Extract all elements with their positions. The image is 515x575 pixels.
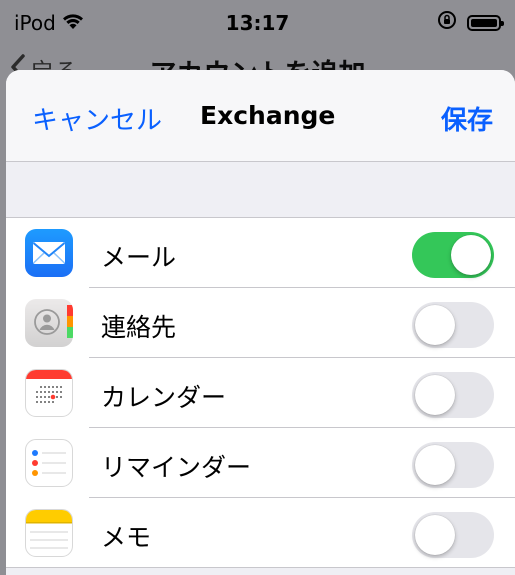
- cancel-button[interactable]: キャンセル: [32, 100, 162, 137]
- calendar-toggle[interactable]: [412, 372, 494, 418]
- toggle-knob: [415, 305, 455, 345]
- sync-row-calendar: カレンダー: [6, 358, 515, 428]
- sync-row-reminders: リマインダー: [6, 428, 515, 498]
- exchange-sheet: キャンセル Exchange 保存 メール 連絡先 カレンダー リマインダー メ…: [6, 70, 515, 575]
- orientation-lock-icon: [437, 10, 457, 35]
- bottom-spacer: [6, 569, 515, 575]
- mail-icon: [25, 229, 73, 277]
- sync-row-label: カレンダー: [101, 383, 227, 412]
- sync-row-notes: メモ: [6, 498, 515, 568]
- sync-list: メール 連絡先 カレンダー リマインダー メモ: [6, 218, 515, 568]
- contacts-toggle[interactable]: [412, 302, 494, 348]
- battery-icon: [467, 14, 504, 31]
- sync-row-contacts: 連絡先: [6, 288, 515, 358]
- toggle-knob: [415, 445, 455, 485]
- contacts-icon: [25, 299, 73, 347]
- sync-row-mail: メール: [6, 218, 515, 288]
- row-separator: [6, 567, 515, 568]
- status-right: [437, 10, 504, 35]
- sync-row-label: メール: [101, 243, 177, 272]
- toggle-knob: [415, 515, 455, 555]
- section-spacer: [6, 162, 515, 218]
- sheet-title: Exchange: [200, 101, 336, 130]
- notes-toggle[interactable]: [412, 512, 494, 558]
- mail-toggle[interactable]: [412, 232, 494, 278]
- status-bar: iPod 13:17: [0, 0, 515, 44]
- toggle-knob: [451, 235, 491, 275]
- toggle-knob: [415, 375, 455, 415]
- reminders-toggle[interactable]: [412, 442, 494, 488]
- sync-row-label: 連絡先: [101, 313, 177, 342]
- sync-row-label: リマインダー: [101, 453, 252, 482]
- reminders-icon: [25, 439, 73, 487]
- save-button[interactable]: 保存: [441, 100, 493, 137]
- notes-icon: [25, 509, 73, 557]
- calendar-icon: [25, 369, 73, 417]
- sheet-nav-bar: キャンセル Exchange 保存: [6, 70, 515, 162]
- sync-row-label: メモ: [101, 523, 152, 552]
